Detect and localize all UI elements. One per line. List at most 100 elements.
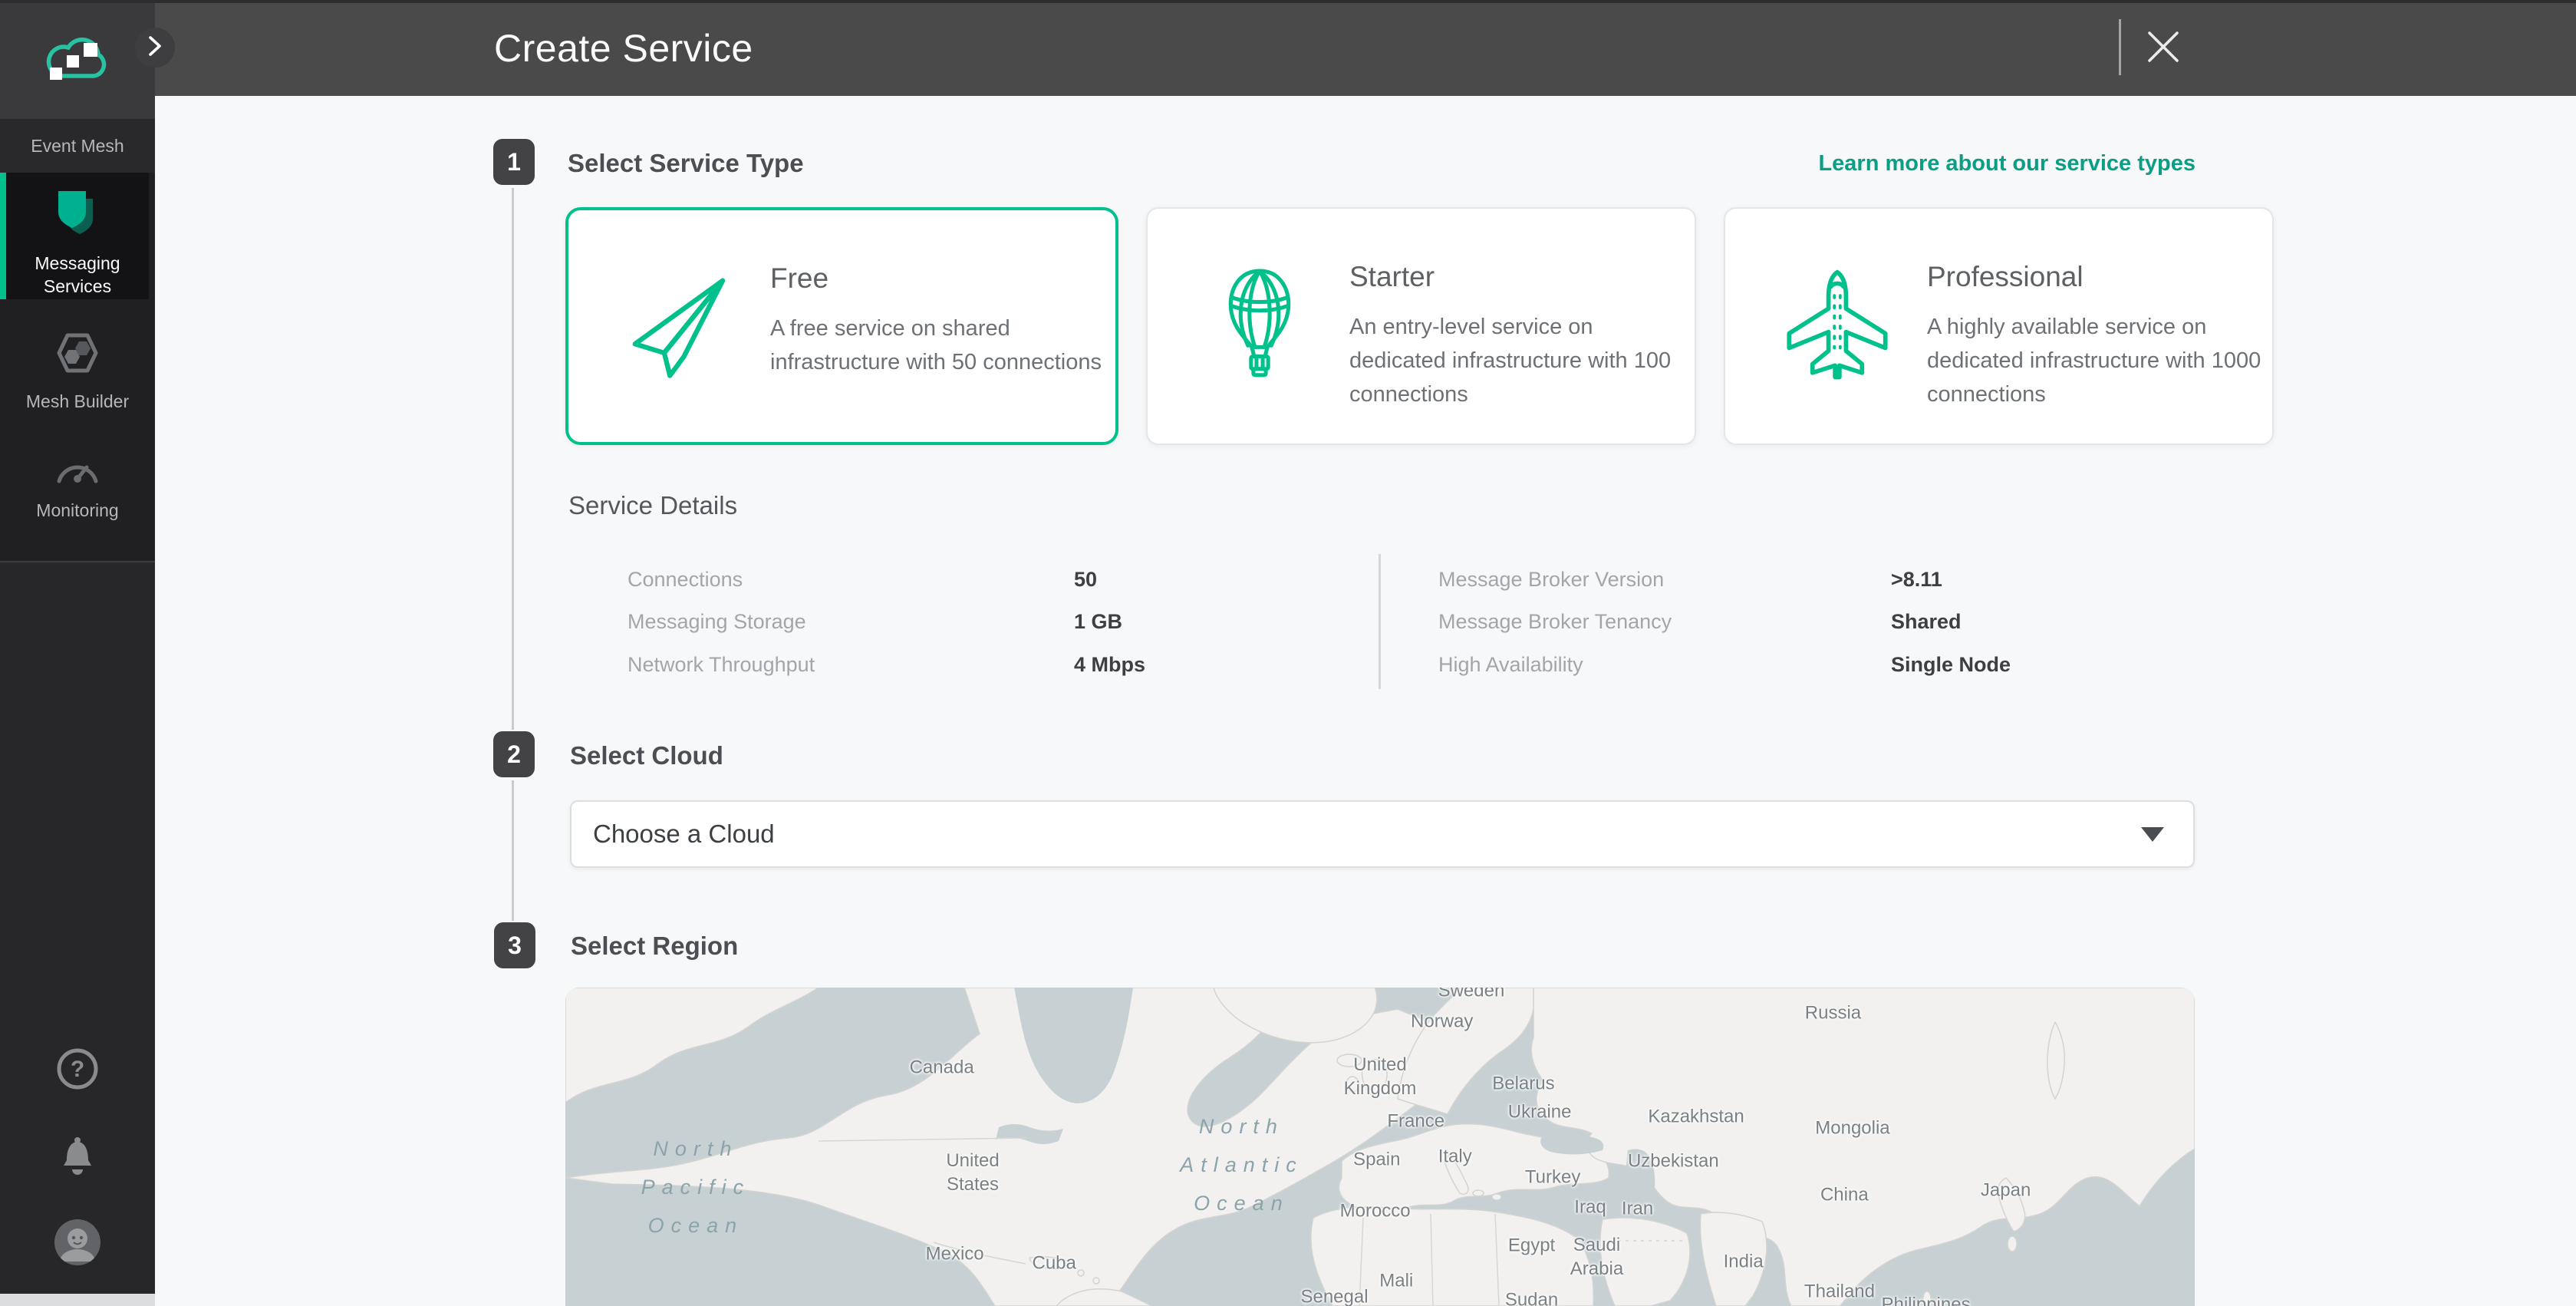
step-2-title: Select Cloud bbox=[570, 741, 723, 770]
service-type-card-free[interactable]: Free A free service on shared infrastruc… bbox=[565, 207, 1118, 445]
chevron-right-icon bbox=[145, 35, 165, 61]
map-country-label: Sweden bbox=[1438, 988, 1505, 1003]
map-country-label: United Kingdom bbox=[1344, 1053, 1417, 1100]
step-number: 3 bbox=[508, 932, 522, 960]
bell-icon bbox=[56, 1167, 99, 1180]
gauge-icon bbox=[54, 450, 101, 488]
map-country-label: Spain bbox=[1353, 1148, 1400, 1172]
modal-header: Create Service bbox=[155, 0, 2576, 96]
notifications-button[interactable] bbox=[56, 1134, 99, 1181]
detail-label: Network Throughput bbox=[628, 653, 815, 677]
map-country-label: Philippines bbox=[1881, 1292, 1970, 1306]
detail-label: Message Broker Version bbox=[1438, 568, 1664, 592]
app-logo bbox=[0, 0, 155, 119]
cloud-logo-icon bbox=[39, 28, 116, 91]
create-service-page: Event Mesh Messaging Services Mesh Build… bbox=[0, 0, 2576, 1306]
help-icon: ? bbox=[55, 1081, 100, 1094]
step-connector bbox=[512, 188, 514, 730]
help-button[interactable]: ? bbox=[55, 1047, 100, 1095]
map-country-label: Turkey bbox=[1525, 1165, 1580, 1189]
detail-value: 4 Mbps bbox=[1074, 653, 1145, 677]
card-title: Starter bbox=[1349, 261, 1695, 293]
sidebar-expand-button[interactable] bbox=[135, 28, 175, 68]
paper-plane-icon bbox=[568, 269, 770, 383]
shield-icon bbox=[54, 188, 101, 243]
card-text: Starter An entry-level service on dedica… bbox=[1349, 209, 1695, 411]
map-country-label: France bbox=[1387, 1110, 1444, 1133]
service-type-card-professional[interactable]: Professional A highly available service … bbox=[1724, 207, 2274, 445]
service-details-title: Service Details bbox=[568, 491, 737, 520]
page-bottom-strip bbox=[0, 1294, 155, 1306]
svg-text:?: ? bbox=[71, 1057, 84, 1082]
avatar-icon bbox=[54, 1256, 101, 1269]
step-1-badge: 1 bbox=[493, 139, 535, 185]
detail-value: 50 bbox=[1074, 568, 1097, 592]
close-button[interactable] bbox=[2136, 21, 2190, 75]
hot-air-balloon-icon bbox=[1148, 268, 1349, 384]
detail-value: Shared bbox=[1891, 610, 1962, 634]
card-text: Professional A highly available service … bbox=[1927, 209, 2272, 411]
details-divider bbox=[1379, 554, 1381, 689]
map-country-label: Morocco bbox=[1340, 1199, 1411, 1222]
service-type-card-starter[interactable]: Starter An entry-level service on dedica… bbox=[1146, 207, 1696, 445]
map-country-label: Belarus bbox=[1492, 1071, 1554, 1095]
map-country-label: Saudi Arabia bbox=[1570, 1232, 1623, 1280]
learn-more-link[interactable]: Learn more about our service types bbox=[1818, 151, 2196, 176]
map-country-label: Senegal bbox=[1300, 1285, 1368, 1306]
map-country-label: India bbox=[1724, 1249, 1764, 1273]
map-country-label: Russia bbox=[1805, 1001, 1861, 1025]
map-country-label: Japan bbox=[1981, 1178, 2031, 1202]
cloud-dropdown[interactable]: Choose a Cloud bbox=[570, 800, 2195, 868]
service-type-cards: Free A free service on shared infrastruc… bbox=[565, 207, 2195, 445]
step-2-badge: 2 bbox=[493, 731, 535, 777]
map-labels: RussiaCanadaNorwaySwedenUnited KingdomBe… bbox=[565, 988, 2195, 1306]
sidebar: Event Mesh Messaging Services Mesh Build… bbox=[0, 0, 155, 1294]
detail-value: Single Node bbox=[1891, 653, 2011, 677]
detail-value: >8.11 bbox=[1891, 568, 1942, 592]
card-description: A free service on shared infrastructure … bbox=[770, 312, 1115, 379]
map-country-label: Italy bbox=[1438, 1144, 1472, 1168]
step-1-title: Select Service Type bbox=[568, 149, 804, 178]
sidebar-item-label: Mesh Builder bbox=[26, 391, 129, 412]
map-country-label: Kazakhstan bbox=[1648, 1104, 1744, 1128]
sidebar-bottom-section bbox=[0, 562, 155, 1294]
map-country-label: Uzbekistan bbox=[1628, 1149, 1719, 1173]
sidebar-item-event-mesh[interactable]: Event Mesh bbox=[0, 119, 155, 173]
step-number: 2 bbox=[507, 740, 521, 769]
sidebar-item-messaging-services[interactable]: Messaging Services bbox=[0, 173, 149, 299]
map-country-label: China bbox=[1820, 1182, 1869, 1206]
map-country-label: Iran bbox=[1622, 1197, 1653, 1221]
map-country-label: Cuba bbox=[1033, 1251, 1076, 1275]
sidebar-item-mesh-builder[interactable]: Mesh Builder bbox=[0, 331, 155, 412]
map-country-label: United States bbox=[946, 1149, 999, 1196]
map-country-label: Mongolia bbox=[1815, 1116, 1889, 1139]
detail-label: Messaging Storage bbox=[628, 610, 806, 634]
card-description: An entry-level service on dedicated infr… bbox=[1349, 310, 1695, 411]
map-country-label: Ukraine bbox=[1508, 1100, 1572, 1123]
map-country-label: Egypt bbox=[1508, 1234, 1555, 1258]
map-country-label: Thailand bbox=[1804, 1280, 1875, 1304]
sidebar-item-label: Messaging Services bbox=[20, 252, 135, 298]
account-button[interactable] bbox=[54, 1219, 101, 1270]
detail-label: High Availability bbox=[1438, 653, 1583, 677]
region-map[interactable]: RussiaCanadaNorwaySwedenUnited KingdomBe… bbox=[565, 988, 2195, 1306]
map-country-label: Sudan bbox=[1505, 1288, 1558, 1306]
sidebar-item-monitoring[interactable]: Monitoring bbox=[0, 450, 155, 521]
airplane-icon bbox=[1725, 268, 1927, 384]
caret-down-icon bbox=[2141, 827, 2164, 842]
step-3-title: Select Region bbox=[571, 932, 738, 961]
detail-value: 1 GB bbox=[1074, 610, 1122, 634]
map-country-label: Canada bbox=[910, 1055, 974, 1079]
card-title: Free bbox=[770, 262, 1115, 295]
card-text: Free A free service on shared infrastruc… bbox=[770, 210, 1115, 379]
close-icon bbox=[2146, 29, 2181, 68]
cloud-dropdown-value: Choose a Cloud bbox=[593, 820, 775, 849]
sidebar-item-label: Monitoring bbox=[36, 500, 118, 521]
detail-label: Connections bbox=[628, 568, 743, 592]
card-description: A highly available service on dedicated … bbox=[1927, 310, 2272, 411]
sidebar-item-label: Event Mesh bbox=[31, 136, 124, 157]
map-ocean-label: North Pacific Ocean bbox=[641, 1131, 751, 1246]
map-country-label: Mexico bbox=[926, 1242, 984, 1265]
page-title: Create Service bbox=[494, 26, 753, 71]
map-country-label: Iraq bbox=[1574, 1196, 1606, 1219]
